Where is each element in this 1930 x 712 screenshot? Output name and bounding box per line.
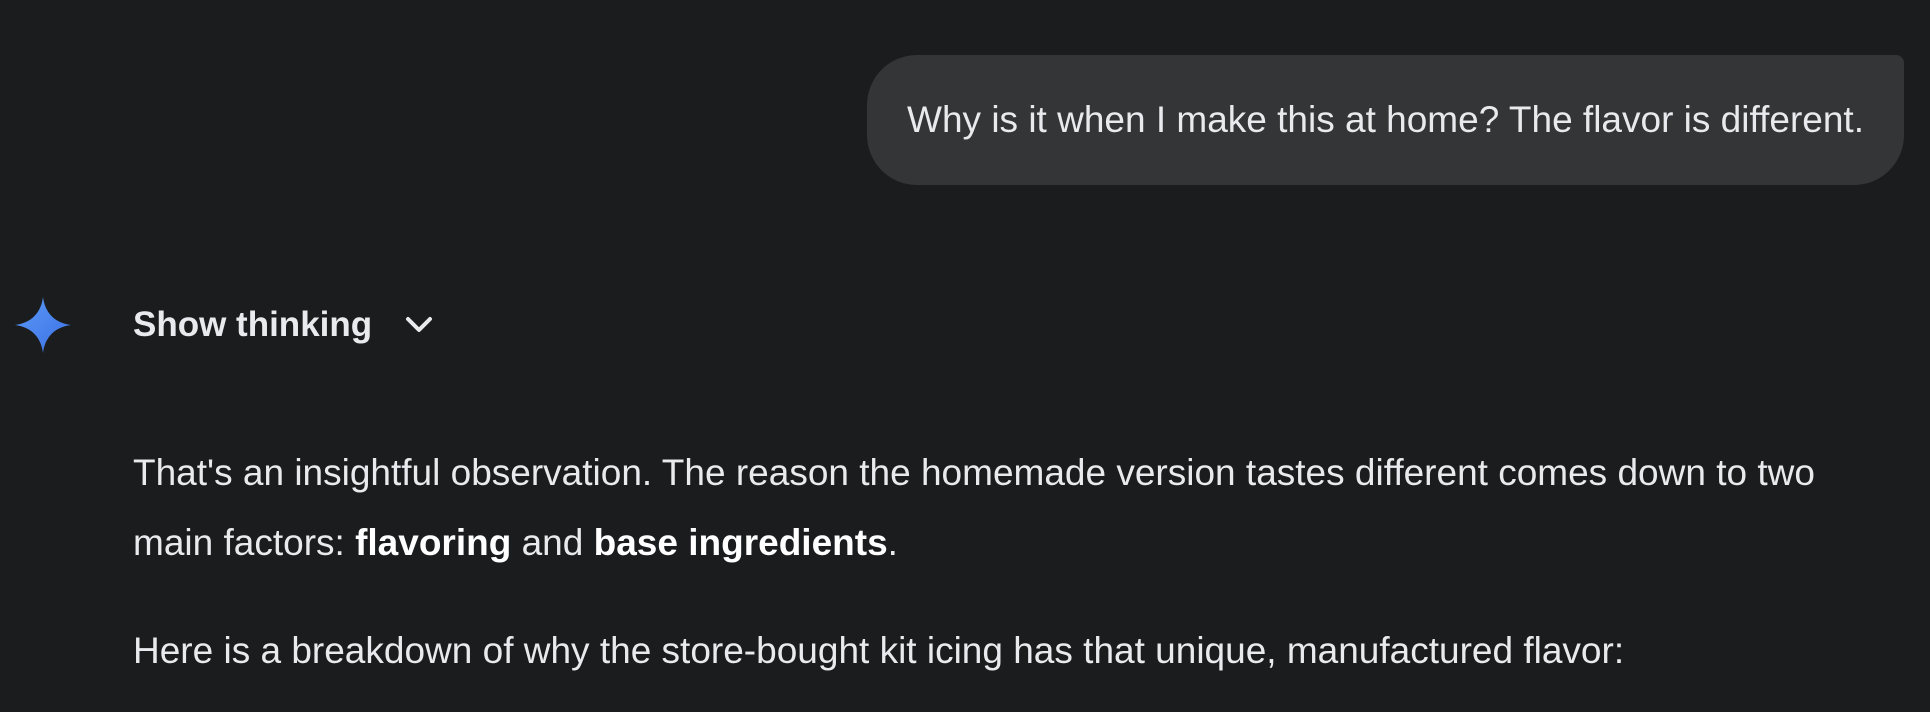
bold-base-ingredients: base ingredients [593, 522, 888, 563]
paragraph-1-text-c: . [887, 522, 898, 563]
gemini-sparkle-icon [14, 296, 72, 354]
response-paragraph-2: Here is a breakdown of why the store-bou… [133, 630, 1625, 671]
show-thinking-toggle[interactable]: Show thinking [133, 298, 436, 352]
assistant-response: That's an insightful observation. The re… [133, 438, 1903, 686]
chat-conversation: Why is it when I make this at home? The … [0, 0, 1930, 712]
user-message-text: Why is it when I make this at home? The … [907, 99, 1864, 140]
paragraph-1-text-b: and [511, 522, 594, 563]
show-thinking-label: Show thinking [133, 305, 373, 344]
response-paragraph-1: That's an insightful observation. The re… [133, 438, 1903, 578]
chevron-down-icon [406, 317, 433, 332]
bold-flavoring: flavoring [355, 522, 512, 563]
user-message-bubble: Why is it when I make this at home? The … [867, 55, 1904, 185]
gemini-sparkle-icon-svg [15, 297, 71, 353]
